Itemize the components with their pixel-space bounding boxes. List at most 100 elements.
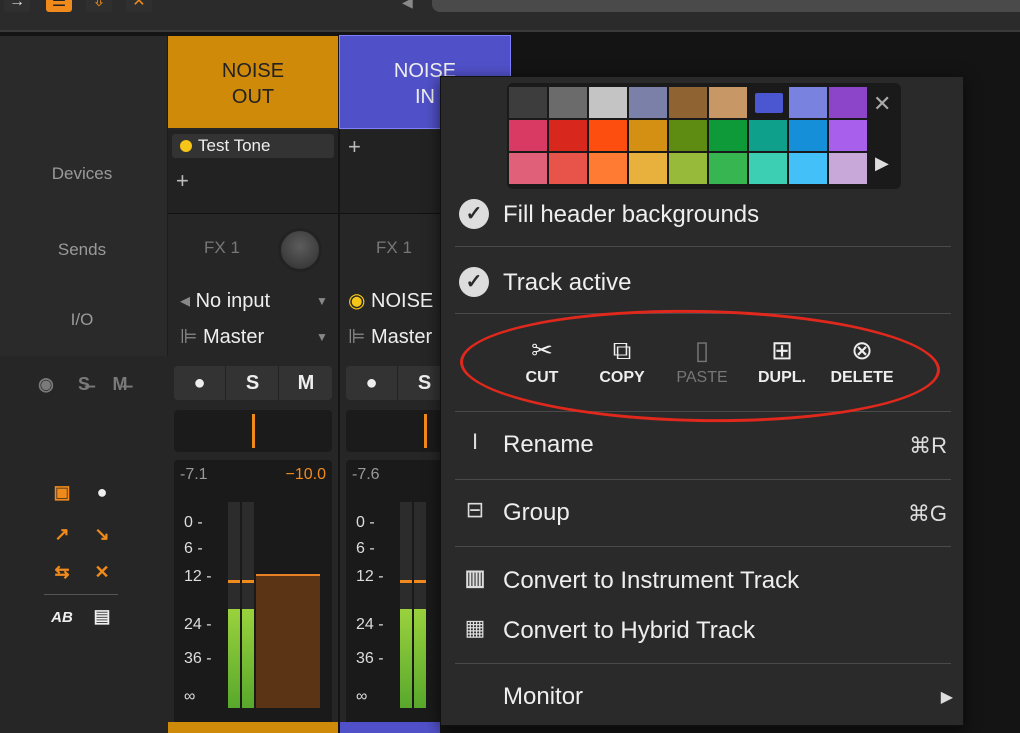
color-swatch[interactable] [749,87,787,118]
output-icon: ⊫ [180,326,198,348]
pan-control[interactable] [346,410,446,452]
scale-label: ∞ [184,688,196,705]
route-up-icon[interactable]: ↗ [50,524,74,544]
menu-separator [455,546,951,547]
menu-separator [455,479,951,480]
mixer-section-panel: Devices Sends I/O [0,36,168,356]
color-swatch[interactable] [669,87,707,118]
device-chip[interactable]: Test Tone [172,134,334,158]
color-swatch[interactable] [789,120,827,151]
track-color-strip [340,722,440,733]
color-swatch[interactable] [589,120,627,151]
route-down-icon[interactable]: ↘ [90,524,114,544]
color-swatch[interactable] [749,153,787,184]
monitor-submenu-item[interactable]: Monitor [503,683,583,711]
mute-icon[interactable]: M̶ [108,374,132,394]
arrow-right-icon[interactable]: → [4,0,30,12]
mute-all-icon[interactable]: ◉ [34,374,58,394]
record-arm-button[interactable]: ● [174,366,226,400]
solo-all-icon[interactable]: S̶ [72,374,96,394]
chevron-down-icon[interactable]: ▼ [316,330,328,344]
send-knob[interactable] [278,228,322,272]
color-swatch[interactable] [789,153,827,184]
close-icon[interactable]: ✕ [126,0,152,12]
horizontal-scrollbar[interactable] [432,0,1020,12]
close-icon[interactable]: ✕ [873,91,891,117]
color-swatch[interactable] [549,153,587,184]
scale-label: 24 - [356,616,384,633]
color-swatch[interactable] [669,153,707,184]
color-swatch[interactable] [709,153,747,184]
comment-icon[interactable]: ▤ [90,606,114,626]
output-selector[interactable]: ⊫ Master [180,324,264,349]
color-palette [507,83,901,189]
color-swatch[interactable] [749,120,787,151]
color-swatch[interactable] [709,120,747,151]
close-x-icon[interactable]: ✕ [90,562,114,582]
output-icon: ⊫ [348,326,366,348]
input-selector[interactable]: ◉ NOISE [348,288,433,313]
track-active-item[interactable]: Track active [503,269,631,297]
device-chain-area: Test Tone + [168,130,338,214]
color-swatch[interactable] [509,153,547,184]
track-header[interactable]: NOISE OUT [168,36,338,128]
piano-keys-icon: ▥ [464,565,486,590]
convert-to-instrument-item[interactable]: Convert to Instrument Track [503,567,799,595]
color-swatch[interactable] [549,120,587,151]
text-cursor-icon: I [471,429,479,454]
add-device-icon[interactable]: + [348,134,361,160]
meter-fill [400,609,412,708]
send-label: FX 1 [376,238,412,257]
volume-fader[interactable] [256,574,320,708]
track-title: OUT [231,86,275,108]
color-swatch[interactable] [589,87,627,118]
solo-button[interactable]: S [227,366,279,400]
list-icon[interactable]: ☰ [46,0,72,12]
input-selector[interactable]: ◂ No input [180,288,270,313]
clock-icon[interactable]: ● [90,482,114,502]
check-icon: ✓ [459,199,489,229]
output-value: Master [202,326,265,348]
color-swatch[interactable] [669,120,707,151]
color-swatch[interactable] [829,120,867,151]
output-value: Master [370,326,433,348]
color-swatch[interactable] [709,87,747,118]
meter-panel: -7.1 −10.0 0 - 6 - 12 - 24 - 36 - ∞ [174,460,332,726]
pan-control[interactable] [174,410,332,452]
io-section-label[interactable]: I/O [0,310,164,330]
peak-hold [414,580,426,583]
download-icon[interactable]: ⇩ [86,0,112,12]
fill-header-backgrounds-item[interactable]: Fill header backgrounds [503,201,759,229]
ab-compare-icon[interactable]: AB [50,608,74,628]
group-item[interactable]: Group [503,499,570,527]
chevron-down-icon[interactable]: ▼ [316,294,328,308]
add-device-icon[interactable]: + [176,168,189,194]
color-swatch[interactable] [829,87,867,118]
scroll-left-icon[interactable]: ◀ [402,0,413,11]
color-swatch[interactable] [629,153,667,184]
input-source-icon: ◉ [348,290,366,312]
swap-icon[interactable]: ⇆ [50,562,74,582]
play-arrow-icon[interactable]: ▶ [875,153,889,174]
mute-button[interactable]: M [280,366,332,400]
panel-toggle-icon[interactable]: ▣ [50,482,74,502]
color-swatch[interactable] [509,87,547,118]
color-swatch[interactable] [629,120,667,151]
meter-left [228,502,240,708]
color-swatch[interactable] [589,153,627,184]
devices-section-label[interactable]: Devices [0,164,164,184]
rename-item[interactable]: Rename [503,431,594,459]
color-swatch[interactable] [549,87,587,118]
sends-section-label[interactable]: Sends [0,240,164,260]
color-swatch[interactable] [629,87,667,118]
convert-to-hybrid-item[interactable]: Convert to Hybrid Track [503,617,755,645]
pan-indicator [252,414,255,448]
peak-hold [400,580,412,583]
record-arm-button[interactable]: ● [346,366,398,400]
output-selector[interactable]: ⊫ Master [348,324,432,349]
scale-label: 12 - [356,568,384,585]
color-swatch[interactable] [829,153,867,184]
scale-label: 36 - [356,650,384,667]
color-swatch[interactable] [509,120,547,151]
color-swatch[interactable] [789,87,827,118]
